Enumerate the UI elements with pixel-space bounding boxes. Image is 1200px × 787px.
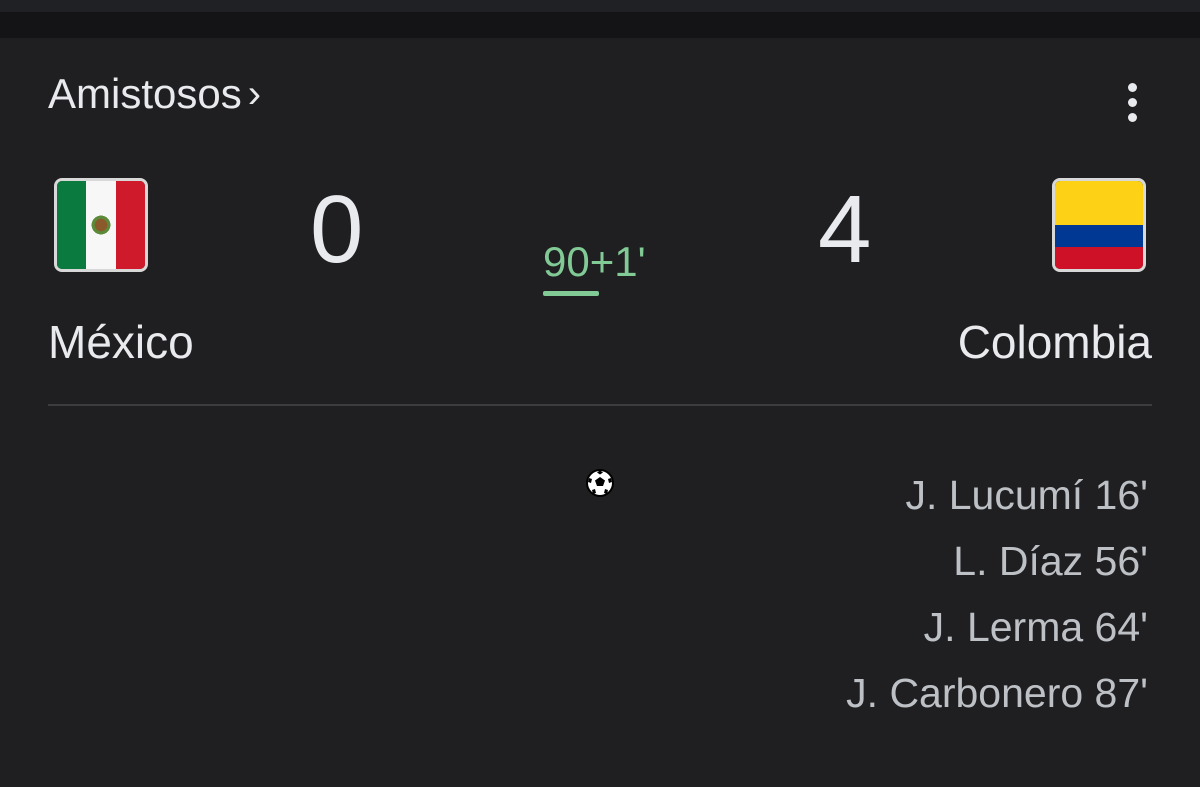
scorer-item: L. Díaz 56' (953, 538, 1148, 584)
away-team-name[interactable]: Colombia (958, 314, 1152, 370)
colombia-flag-icon[interactable] (1052, 178, 1146, 272)
more-options-icon[interactable] (1112, 80, 1152, 124)
away-scorers-list: J. Lucumí 16' L. Díaz 56' J. Lerma 64' J… (846, 462, 1148, 726)
flag-stripe-blue (1055, 225, 1143, 247)
scorer-item: J. Carbonero 87' (846, 670, 1148, 716)
top-bar (0, 0, 1200, 12)
scorer-item: J. Lerma 64' (923, 604, 1148, 650)
more-dot (1127, 82, 1137, 92)
flag-stripe-yellow (1055, 181, 1143, 225)
chevron-right-icon: › (247, 72, 262, 116)
mexico-flag-icon[interactable] (54, 178, 148, 272)
flag-stripe-green (57, 181, 87, 269)
home-team-name[interactable]: México (48, 314, 194, 370)
more-dot (1127, 112, 1137, 122)
away-score: 4 (818, 176, 872, 283)
soccer-ball-icon (586, 469, 614, 497)
eagle-emblem-icon (89, 214, 112, 236)
more-dot (1127, 97, 1137, 107)
league-label: Amistosos (48, 70, 242, 117)
flag-stripe-red (115, 181, 145, 269)
live-indicator (543, 291, 599, 296)
home-score: 0 (310, 176, 364, 283)
scorer-item: J. Lucumí 16' (905, 472, 1148, 518)
top-strip (0, 12, 1200, 38)
league-link[interactable]: Amistosos › (48, 70, 261, 118)
divider (48, 404, 1152, 406)
flag-stripe-red (1055, 247, 1143, 269)
flag-stripe-white (86, 181, 116, 269)
match-clock[interactable]: 90+1' (543, 238, 646, 286)
